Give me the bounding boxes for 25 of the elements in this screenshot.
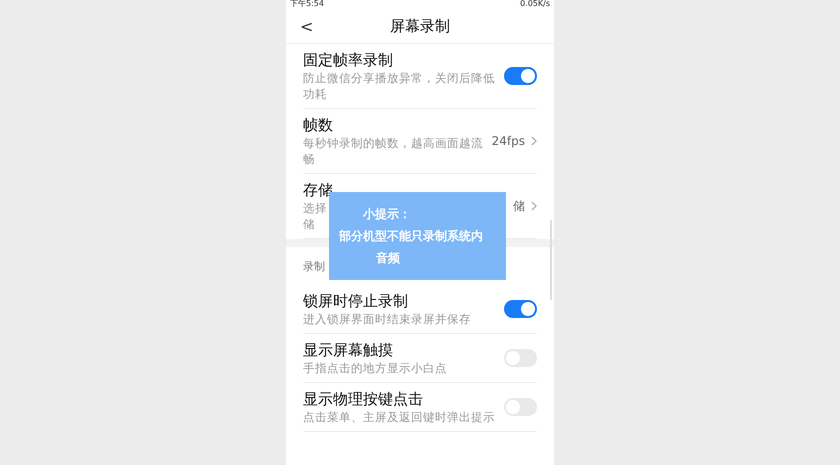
setting-description: 点击菜单、主屏及返回键时弹出提示	[303, 409, 495, 425]
network-speed: 0.05K/s	[520, 0, 550, 8]
setting-description: 防止微信分享播放异常，关闭后降低功耗	[303, 70, 496, 102]
setting-title: 显示屏幕触摸	[303, 340, 393, 360]
chevron-right-icon	[531, 201, 537, 211]
setting-description: 每秒钟录制的帧数，越高画面越流畅	[303, 135, 484, 167]
setting-title: 锁屏时停止录制	[303, 291, 408, 311]
tip-title: 小提示：	[362, 206, 412, 223]
setting-value: 24fps	[492, 133, 525, 150]
toggle-switch[interactable]	[504, 300, 537, 318]
section-header: 录制	[303, 260, 325, 273]
setting-description: 储	[303, 216, 315, 232]
setting-value: 储	[513, 198, 525, 215]
setting-description: 选择	[303, 200, 327, 216]
page-title: 屏幕录制	[390, 16, 450, 38]
tip-text: 音频	[375, 250, 401, 267]
setting-title: 显示物理按键点击	[303, 389, 423, 409]
tip-text: 部分机型不能只录制系统内	[339, 228, 484, 245]
setting-title: 帧数	[303, 115, 333, 135]
chevron-right-icon	[531, 136, 537, 146]
setting-description: 进入锁屏界面时结束录屏并保存	[303, 311, 471, 327]
back-button[interactable]: <	[300, 14, 314, 38]
setting-title: 固定帧率录制	[303, 50, 393, 70]
setting-description: 手指点击的地方显示小白点	[303, 360, 447, 376]
toggle-switch[interactable]	[504, 67, 537, 85]
